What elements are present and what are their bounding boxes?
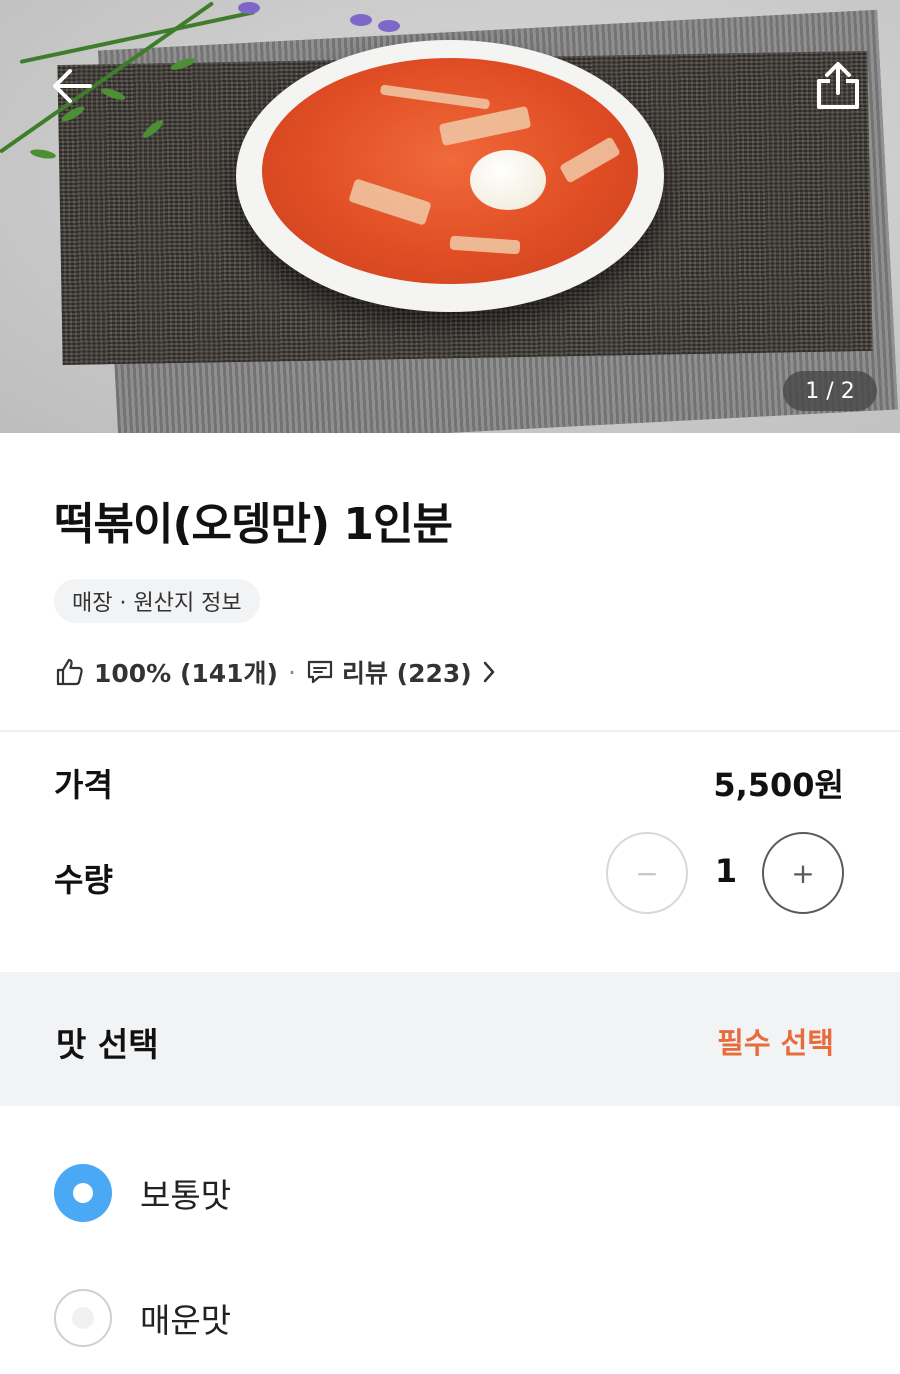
taste-section-title: 맛 선택 — [56, 1025, 159, 1064]
rating-percent: 100% (141개) — [94, 659, 278, 688]
required-badge: 필수 선택 — [717, 1026, 834, 1060]
radio-unselected-icon[interactable] — [54, 1289, 112, 1347]
boiled-egg — [470, 150, 546, 210]
quantity-value: 1 — [714, 852, 738, 890]
taste-option-spicy[interactable]: 매운맛 — [54, 1288, 231, 1348]
share-button[interactable] — [808, 56, 868, 116]
quantity-increase-button[interactable]: + — [762, 832, 844, 914]
option-label: 매운맛 — [140, 1301, 232, 1340]
price-value: 5,500원 — [713, 766, 844, 804]
thumbs-up-icon — [56, 658, 83, 686]
lavender-flower — [238, 2, 260, 14]
review-count: 리뷰 (223) — [341, 659, 472, 688]
back-button[interactable] — [42, 56, 102, 116]
chevron-right-icon — [483, 661, 494, 683]
product-image[interactable]: 1 / 2 — [0, 0, 900, 433]
reviews-link[interactable]: 리뷰 (223) — [306, 654, 498, 690]
share-icon — [817, 62, 859, 109]
quantity-label: 수량 — [54, 861, 113, 899]
fern-leaf — [29, 147, 57, 161]
taste-option-normal[interactable]: 보통맛 — [54, 1163, 231, 1223]
minus-icon: − — [635, 856, 659, 890]
origin-info-button[interactable]: 매장 · 원산지 정보 — [54, 579, 260, 623]
product-title: 떡볶이(오뎅만) 1인분 — [54, 499, 453, 550]
radio-selected-icon[interactable] — [54, 1164, 112, 1222]
image-counter: 1 / 2 — [783, 371, 877, 411]
lavender-flower — [378, 20, 400, 32]
rating-review-row: 100% (141개) · 리뷰 (223) — [54, 650, 498, 694]
plus-icon: + — [791, 856, 815, 890]
option-label: 보통맛 — [140, 1176, 232, 1215]
comment-icon — [307, 660, 333, 684]
separator-dot: · — [287, 657, 296, 687]
arrow-left-icon — [53, 69, 92, 103]
price-label: 가격 — [54, 766, 113, 804]
section-divider — [0, 730, 900, 732]
lavender-flower — [350, 14, 372, 26]
quantity-decrease-button[interactable]: − — [606, 832, 688, 914]
